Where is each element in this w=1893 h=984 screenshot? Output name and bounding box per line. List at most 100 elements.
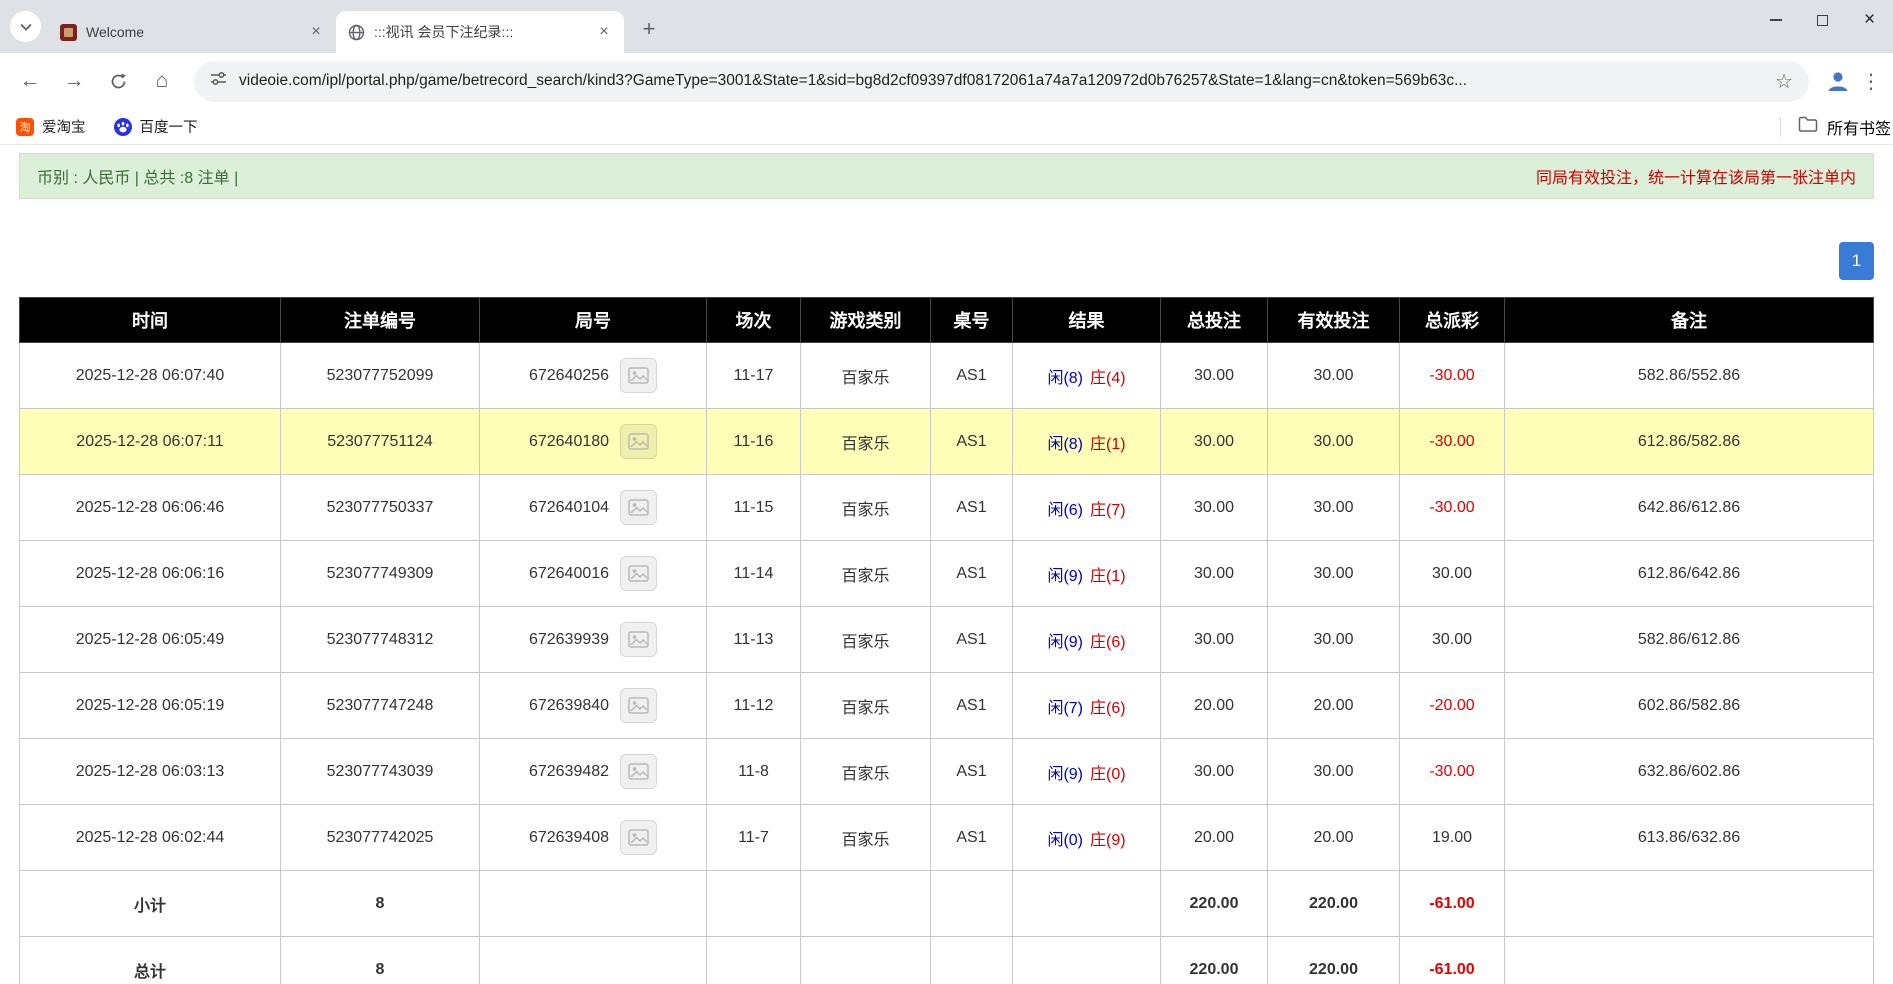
result-banker: 庄(6) [1090,634,1126,651]
browser-window: Welcome × :::视讯 会员下注纪录::: × + × ← → ⌂ [0,0,1893,984]
total-bet-link[interactable]: 30.00 [1161,541,1268,607]
bookmarks-bar: 淘 爱淘宝 百度一下 所有书签 [0,109,1893,145]
bet-id: 523077743039 [281,739,480,805]
result-cell: 闲(0)庄(9) [1013,805,1161,871]
valid-bet: 30.00 [1268,409,1400,475]
tab-title: :::视讯 会员下注纪录::: [374,22,585,42]
bookmark-label: 百度一下 [140,116,198,137]
total-bet-link[interactable]: 20.00 [1161,805,1268,871]
total-bet-link[interactable]: 20.00 [1161,673,1268,739]
round-replay-icon[interactable] [620,622,657,657]
site-info-icon[interactable] [210,70,227,92]
col-header-total-bet: 总投注 [1161,298,1268,343]
browser-menu-button[interactable]: ⋮ [1859,61,1883,101]
round-id: 672640256 [529,367,609,385]
welcome-tab-favicon [60,24,77,41]
home-button[interactable]: ⌂ [142,61,182,101]
game-type: 百家乐 [801,739,931,805]
subtotal-total-bet: 220.00 [1161,871,1268,937]
total-bet-link[interactable]: 30.00 [1161,739,1268,805]
result-banker: 庄(6) [1090,700,1126,717]
round-id: 672639408 [529,829,609,847]
maximize-button[interactable] [1799,0,1846,40]
round-replay-icon[interactable] [620,556,657,591]
result-player: 闲(9) [1047,766,1083,783]
minimize-button[interactable] [1752,0,1799,40]
browser-tab-betrecord[interactable]: :::视讯 会员下注纪录::: × [336,11,624,53]
round-id: 672639939 [529,631,609,649]
page-content: 币别 : 人民币 | 总共 :8 注单 | 同局有效投注，统一计算在该局第一张注… [0,153,1893,984]
close-button[interactable]: × [1846,0,1893,40]
back-button[interactable]: ← [10,61,50,101]
all-bookmarks[interactable]: 所有书签 [1780,115,1891,139]
session: 11-13 [707,607,801,673]
result-player: 闲(7) [1047,700,1083,717]
page-1-button[interactable]: 1 [1839,242,1874,280]
result-player: 闲(0) [1047,832,1083,849]
note: 582.86/612.86 [1505,607,1874,673]
bet-table-body: 2025-12-28 06:07:40 523077752099 6726402… [20,343,1874,871]
subtotal-label: 小计 [20,871,281,937]
col-header-note: 备注 [1505,298,1874,343]
bet-time: 2025-12-28 06:07:40 [20,343,281,409]
subtotal-row: 小计 8 220.00 220.00 -61.00 [20,871,1874,937]
bet-time: 2025-12-28 06:02:44 [20,805,281,871]
payout: -30.00 [1400,475,1505,541]
total-bet-link[interactable]: 30.00 [1161,475,1268,541]
round-replay-icon[interactable] [620,820,657,855]
round-replay-icon[interactable] [620,688,657,723]
round-replay-icon[interactable] [620,424,657,459]
profile-avatar[interactable] [1821,64,1855,98]
round-replay-icon[interactable] [620,490,657,525]
subtotal-valid-bet: 220.00 [1268,871,1400,937]
bet-id: 523077749309 [281,541,480,607]
payout: 30.00 [1400,607,1505,673]
col-header-result: 结果 [1013,298,1161,343]
browser-tab-welcome[interactable]: Welcome × [48,11,336,53]
payout: 19.00 [1400,805,1505,871]
bookmark-taobao[interactable]: 淘 爱淘宝 [16,116,86,137]
note: 612.86/642.86 [1505,541,1874,607]
taobao-icon: 淘 [16,118,34,136]
session: 11-8 [707,739,801,805]
bookmark-star-icon[interactable]: ☆ [1775,69,1793,94]
window-controls: × [1752,0,1893,40]
forward-button[interactable]: → [54,61,94,101]
new-tab-button[interactable]: + [634,14,664,44]
result-player: 闲(9) [1047,568,1083,585]
payout: 30.00 [1400,541,1505,607]
maximize-icon [1817,15,1828,26]
total-bet-link[interactable]: 30.00 [1161,409,1268,475]
result-cell: 闲(9)庄(6) [1013,607,1161,673]
bet-id: 523077748312 [281,607,480,673]
bookmark-baidu[interactable]: 百度一下 [114,116,198,137]
round-replay-icon[interactable] [620,358,657,393]
total-bet-link[interactable]: 30.00 [1161,607,1268,673]
round-replay-icon[interactable] [620,754,657,789]
reload-button[interactable] [98,61,138,101]
round-cell: 672640180 [480,409,707,475]
url-bar[interactable]: videoie.com/ipl/portal.php/game/betrecor… [194,61,1809,102]
game-type: 百家乐 [801,673,931,739]
table-row: 2025-12-28 06:06:46 523077750337 6726401… [20,475,1874,541]
tab-close-icon[interactable]: × [306,22,326,42]
result-player: 闲(6) [1047,502,1083,519]
payout: -20.00 [1400,673,1505,739]
valid-bet: 30.00 [1268,739,1400,805]
note: 642.86/612.86 [1505,475,1874,541]
col-header-round: 局号 [480,298,707,343]
result-player: 闲(8) [1047,370,1083,387]
bookmark-label: 爱淘宝 [42,116,86,137]
round-cell: 672639482 [480,739,707,805]
payout: -30.00 [1400,739,1505,805]
total-total-bet: 220.00 [1161,937,1268,984]
globe-icon [348,24,365,41]
result-banker: 庄(1) [1090,436,1126,453]
tab-search-button[interactable] [10,11,41,42]
bet-time: 2025-12-28 06:06:16 [20,541,281,607]
tab-close-icon[interactable]: × [594,22,614,42]
total-bet-link[interactable]: 30.00 [1161,343,1268,409]
summary-info-bar: 币别 : 人民币 | 总共 :8 注单 | 同局有效投注，统一计算在该局第一张注… [19,153,1874,199]
round-id: 672639840 [529,697,609,715]
nav-bar: ← → ⌂ videoie.com/ipl/portal.php/game/be… [0,53,1893,109]
